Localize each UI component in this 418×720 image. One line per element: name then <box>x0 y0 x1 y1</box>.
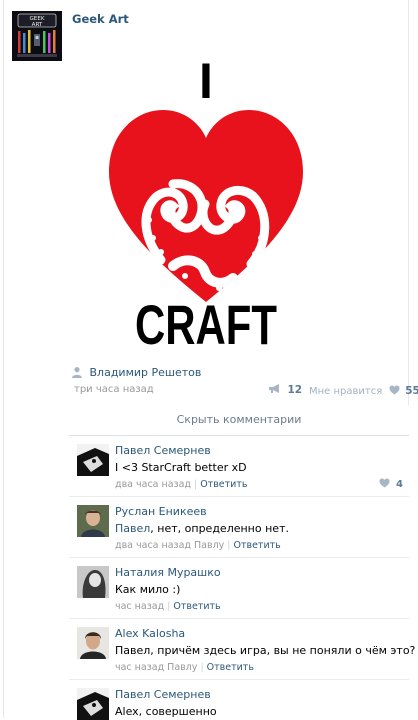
comment-reply-link[interactable]: Ответить <box>173 601 220 612</box>
comment-item: Руслан Еникеев Павел, нет, определенно н… <box>69 497 409 558</box>
comment-meta: два часа назад Павлу | Ответить <box>115 540 281 551</box>
group-avatar[interactable]: GEEK ART <box>12 11 62 61</box>
person-icon <box>72 367 82 378</box>
image-text-top: I <box>199 53 213 109</box>
collapse-comments-button[interactable]: Скрыть комментарии <box>69 405 409 436</box>
comment-meta: два часа назад | Ответить <box>115 479 248 490</box>
comment-like-button[interactable]: 4 <box>379 477 403 490</box>
group-logo-line2: ART <box>32 22 43 28</box>
comment-like-count: 4 <box>396 479 403 490</box>
comment-reply-link[interactable]: Ответить <box>207 662 254 673</box>
group-name-link[interactable]: Geek Art <box>72 12 129 26</box>
comment-time[interactable]: два часа назад Павлу <box>115 540 224 551</box>
megaphone-icon <box>269 384 279 393</box>
comment-time[interactable]: час назад <box>115 601 164 612</box>
comment-author-link[interactable]: Наталия Мурашко <box>115 566 221 579</box>
heart-icon <box>389 385 400 395</box>
comment-text-body: , нет, определенно нет. <box>150 522 289 535</box>
post-author-link[interactable]: Владимир Решетов <box>90 366 202 379</box>
comment-author-link[interactable]: Руслан Еникеев <box>115 505 207 518</box>
wall-post: GEEK ART Geek Art I CRAFT Владимир Решет… <box>3 0 418 720</box>
group-logo: GEEK ART <box>12 11 62 61</box>
comment-item: Павел Семернев I <3 StarCraft better xD … <box>69 436 409 497</box>
comment-avatar[interactable] <box>77 688 109 720</box>
comment-avatar[interactable] <box>77 627 109 659</box>
comment-time[interactable]: час назад Павлу <box>115 662 197 673</box>
comment-author-link[interactable]: Павел Семернев <box>115 688 211 701</box>
like-button[interactable]: Мне нравится 55 <box>309 384 418 397</box>
comment-text: I <3 StarCraft better xD <box>115 461 247 474</box>
comment-reply-link[interactable]: Ответить <box>233 540 280 551</box>
heart-icon <box>379 478 390 488</box>
comment-text: Alex, совершенно <box>115 705 217 718</box>
comment-reply-link[interactable]: Ответить <box>200 479 247 490</box>
like-label: Мне нравится <box>309 386 383 397</box>
comment-meta: час назад Павлу | Ответить <box>115 662 254 673</box>
post-author-row: Владимир Решетов <box>71 366 201 379</box>
comment-item: Павел Семернев Alex, совершенно <box>69 680 409 720</box>
comment-text: Как мило :) <box>115 583 181 596</box>
comment-text: Павел, причём здесь игра, вы не поняли о… <box>115 644 416 657</box>
post-image[interactable]: I CRAFT <box>101 52 311 352</box>
post-time[interactable]: три часа назад <box>74 384 154 395</box>
comment-meta: час назад | Ответить <box>115 601 221 612</box>
like-count: 55 <box>405 385 418 397</box>
comment-reply-to-link[interactable]: Павел <box>115 522 150 535</box>
comment-author-link[interactable]: Павел Семернев <box>115 444 211 457</box>
image-text-bottom: CRAFT <box>135 293 277 352</box>
comment-text: Павел, нет, определенно нет. <box>115 522 289 535</box>
comment-time[interactable]: два часа назад <box>115 479 191 490</box>
comment-item: Наталия Мурашко Как мило :) час назад | От… <box>69 558 409 619</box>
repost-button[interactable]: 12 <box>268 383 302 396</box>
comment-avatar[interactable] <box>77 444 109 476</box>
comment-author-link[interactable]: Alex Kalosha <box>115 627 185 640</box>
comment-item: Alex Kalosha Павел, причём здесь игра, в… <box>69 619 415 680</box>
comment-avatar[interactable] <box>77 566 109 598</box>
comment-avatar[interactable] <box>77 505 109 537</box>
repost-count: 12 <box>287 384 303 396</box>
